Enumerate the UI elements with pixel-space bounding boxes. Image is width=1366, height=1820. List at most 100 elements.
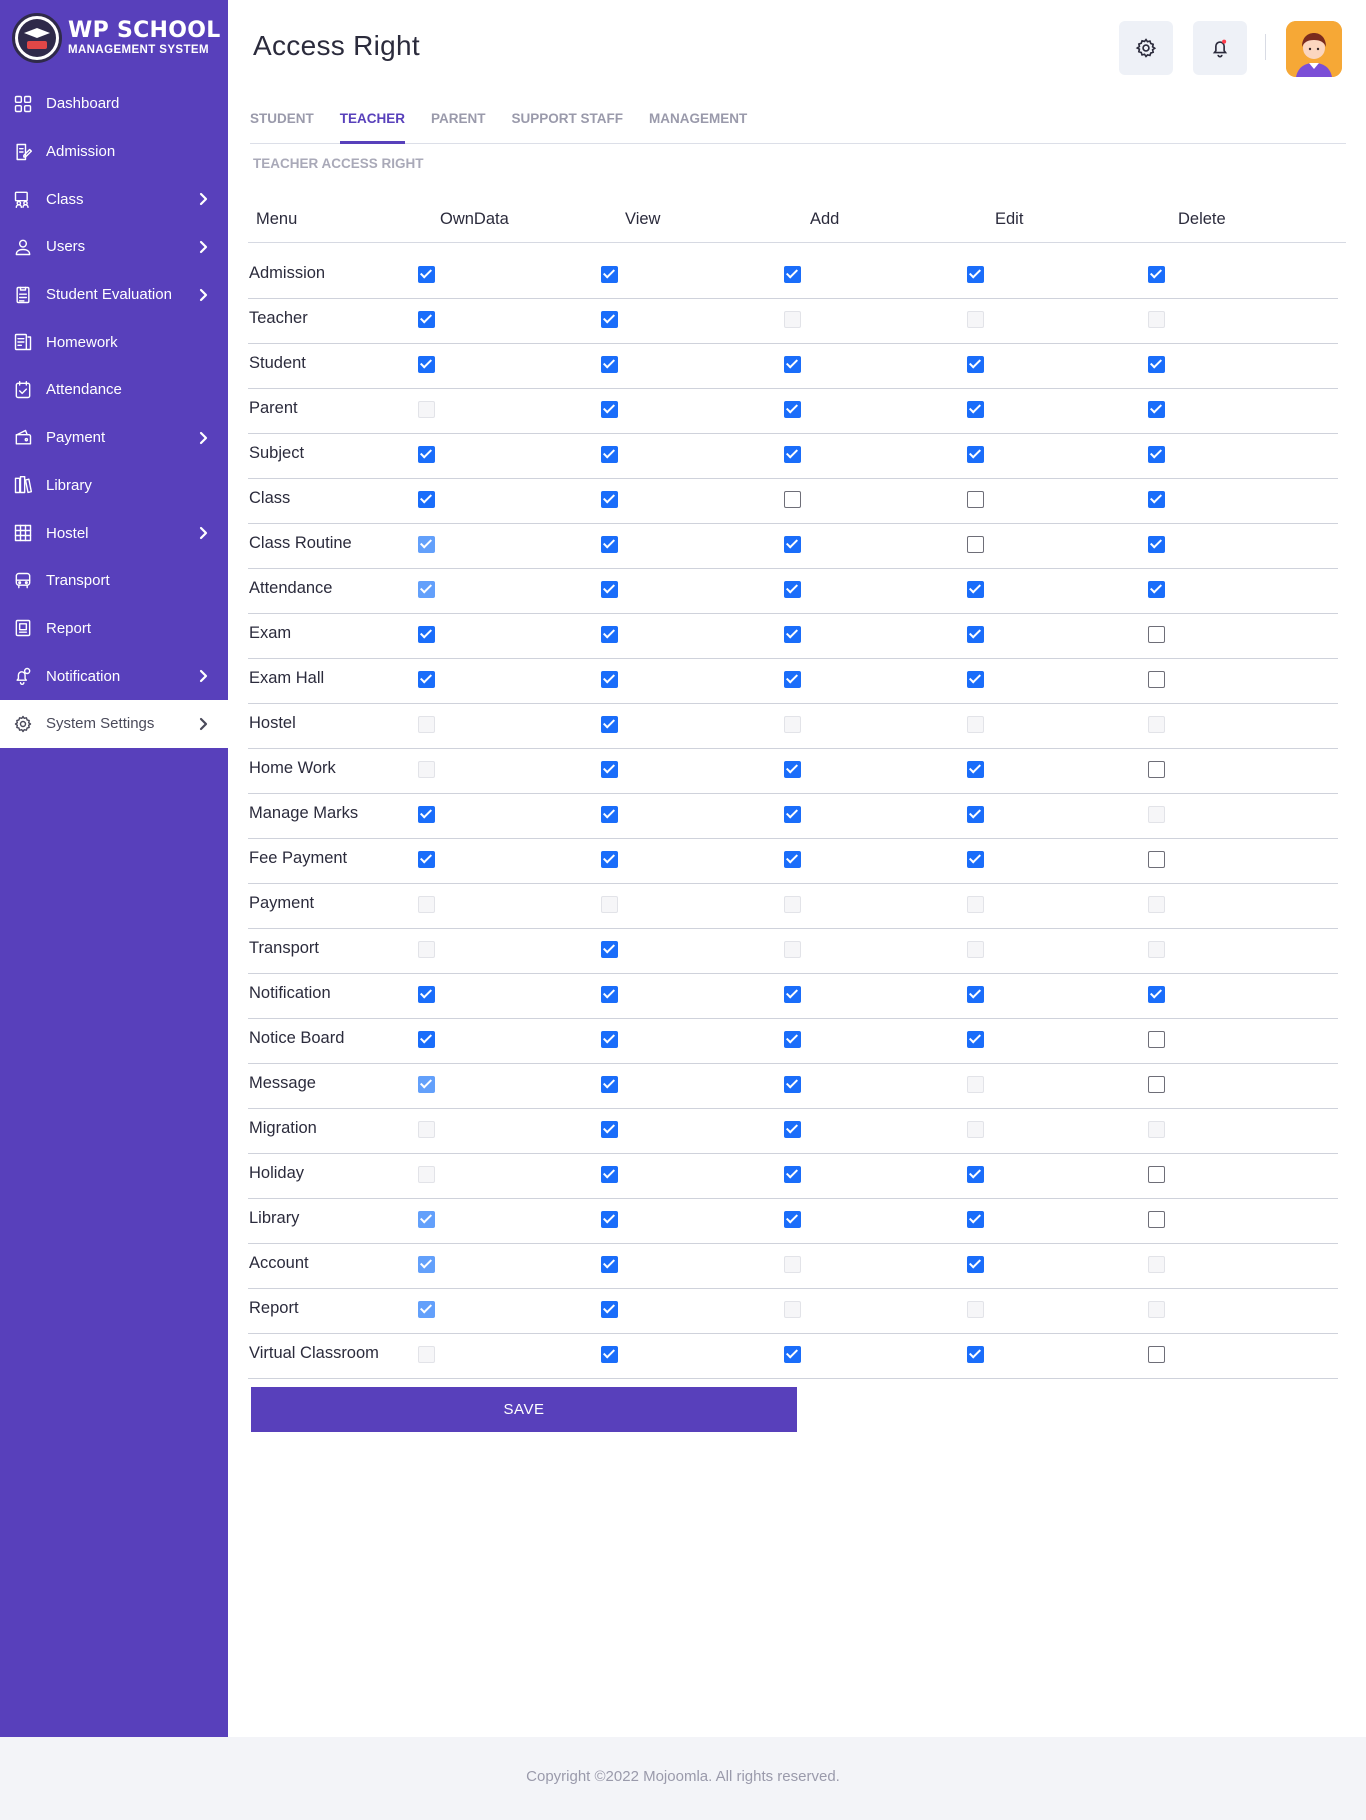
- owndata-checkbox[interactable]: [418, 671, 435, 688]
- delete-checkbox[interactable]: [1148, 356, 1165, 373]
- add-checkbox[interactable]: [784, 266, 801, 283]
- view-checkbox[interactable]: [601, 1301, 618, 1318]
- view-checkbox[interactable]: [601, 1076, 618, 1093]
- owndata-checkbox[interactable]: [418, 1031, 435, 1048]
- add-checkbox[interactable]: [784, 356, 801, 373]
- edit-checkbox[interactable]: [967, 851, 984, 868]
- owndata-checkbox[interactable]: [418, 446, 435, 463]
- add-checkbox[interactable]: [784, 626, 801, 643]
- edit-checkbox[interactable]: [967, 1256, 984, 1273]
- edit-checkbox[interactable]: [967, 536, 984, 553]
- view-checkbox[interactable]: [601, 356, 618, 373]
- view-checkbox[interactable]: [601, 941, 618, 958]
- owndata-checkbox[interactable]: [418, 626, 435, 643]
- delete-checkbox[interactable]: [1148, 581, 1165, 598]
- add-checkbox[interactable]: [784, 1166, 801, 1183]
- add-checkbox[interactable]: [784, 446, 801, 463]
- delete-checkbox[interactable]: [1148, 1346, 1165, 1363]
- tab-management[interactable]: MANAGEMENT: [649, 104, 747, 144]
- edit-checkbox[interactable]: [967, 491, 984, 508]
- edit-checkbox[interactable]: [967, 806, 984, 823]
- edit-checkbox[interactable]: [967, 401, 984, 418]
- delete-checkbox[interactable]: [1148, 536, 1165, 553]
- add-checkbox[interactable]: [784, 1346, 801, 1363]
- edit-checkbox[interactable]: [967, 266, 984, 283]
- sidebar-item-system-settings[interactable]: System Settings: [0, 699, 228, 748]
- save-button[interactable]: SAVE: [251, 1387, 797, 1432]
- owndata-checkbox[interactable]: [418, 266, 435, 283]
- owndata-checkbox[interactable]: [418, 986, 435, 1003]
- view-checkbox[interactable]: [601, 851, 618, 868]
- delete-checkbox[interactable]: [1148, 1211, 1165, 1228]
- edit-checkbox[interactable]: [967, 986, 984, 1003]
- add-checkbox[interactable]: [784, 851, 801, 868]
- view-checkbox[interactable]: [601, 1166, 618, 1183]
- avatar[interactable]: [1286, 21, 1342, 77]
- delete-checkbox[interactable]: [1148, 761, 1165, 778]
- view-checkbox[interactable]: [601, 446, 618, 463]
- owndata-checkbox[interactable]: [418, 806, 435, 823]
- view-checkbox[interactable]: [601, 311, 618, 328]
- delete-checkbox[interactable]: [1148, 626, 1165, 643]
- delete-checkbox[interactable]: [1148, 491, 1165, 508]
- view-checkbox[interactable]: [601, 986, 618, 1003]
- delete-checkbox[interactable]: [1148, 1166, 1165, 1183]
- sidebar-item-dashboard[interactable]: Dashboard: [0, 80, 228, 128]
- delete-checkbox[interactable]: [1148, 1031, 1165, 1048]
- edit-checkbox[interactable]: [967, 761, 984, 778]
- tab-parent[interactable]: PARENT: [431, 104, 486, 144]
- view-checkbox[interactable]: [601, 266, 618, 283]
- delete-checkbox[interactable]: [1148, 1076, 1165, 1093]
- sidebar-item-report[interactable]: Report: [0, 605, 228, 653]
- sidebar-item-student-evaluation[interactable]: Student Evaluation: [0, 271, 228, 319]
- edit-checkbox[interactable]: [967, 356, 984, 373]
- sidebar-item-homework[interactable]: Homework: [0, 318, 228, 366]
- view-checkbox[interactable]: [601, 536, 618, 553]
- add-checkbox[interactable]: [784, 1031, 801, 1048]
- delete-checkbox[interactable]: [1148, 986, 1165, 1003]
- edit-checkbox[interactable]: [967, 581, 984, 598]
- sidebar-item-users[interactable]: Users: [0, 223, 228, 271]
- add-checkbox[interactable]: [784, 761, 801, 778]
- view-checkbox[interactable]: [601, 401, 618, 418]
- view-checkbox[interactable]: [601, 1211, 618, 1228]
- notification-button[interactable]: [1193, 21, 1247, 75]
- sidebar-item-hostel[interactable]: Hostel: [0, 509, 228, 557]
- edit-checkbox[interactable]: [967, 446, 984, 463]
- add-checkbox[interactable]: [784, 491, 801, 508]
- sidebar-item-class[interactable]: Class: [0, 175, 228, 223]
- sidebar-item-payment[interactable]: Payment: [0, 414, 228, 462]
- delete-checkbox[interactable]: [1148, 851, 1165, 868]
- view-checkbox[interactable]: [601, 671, 618, 688]
- add-checkbox[interactable]: [784, 581, 801, 598]
- add-checkbox[interactable]: [784, 1076, 801, 1093]
- view-checkbox[interactable]: [601, 581, 618, 598]
- sidebar-item-library[interactable]: Library: [0, 462, 228, 510]
- tab-support-staff[interactable]: SUPPORT STAFF: [512, 104, 624, 144]
- edit-checkbox[interactable]: [967, 1166, 984, 1183]
- edit-checkbox[interactable]: [967, 1031, 984, 1048]
- sidebar-item-admission[interactable]: Admission: [0, 128, 228, 176]
- sidebar-item-notification[interactable]: Notification: [0, 652, 228, 700]
- sidebar-item-attendance[interactable]: Attendance: [0, 366, 228, 414]
- owndata-checkbox[interactable]: [418, 491, 435, 508]
- view-checkbox[interactable]: [601, 491, 618, 508]
- add-checkbox[interactable]: [784, 536, 801, 553]
- add-checkbox[interactable]: [784, 671, 801, 688]
- add-checkbox[interactable]: [784, 1121, 801, 1138]
- edit-checkbox[interactable]: [967, 671, 984, 688]
- view-checkbox[interactable]: [601, 1346, 618, 1363]
- view-checkbox[interactable]: [601, 626, 618, 643]
- delete-checkbox[interactable]: [1148, 446, 1165, 463]
- view-checkbox[interactable]: [601, 806, 618, 823]
- edit-checkbox[interactable]: [967, 1211, 984, 1228]
- edit-checkbox[interactable]: [967, 1346, 984, 1363]
- edit-checkbox[interactable]: [967, 626, 984, 643]
- brand[interactable]: WP SCHOOL MANAGEMENT SYSTEM: [0, 0, 228, 76]
- view-checkbox[interactable]: [601, 716, 618, 733]
- add-checkbox[interactable]: [784, 806, 801, 823]
- sidebar-item-transport[interactable]: Transport: [0, 557, 228, 605]
- tab-teacher[interactable]: TEACHER: [339, 104, 406, 144]
- tab-student[interactable]: STUDENT: [250, 104, 314, 144]
- owndata-checkbox[interactable]: [418, 851, 435, 868]
